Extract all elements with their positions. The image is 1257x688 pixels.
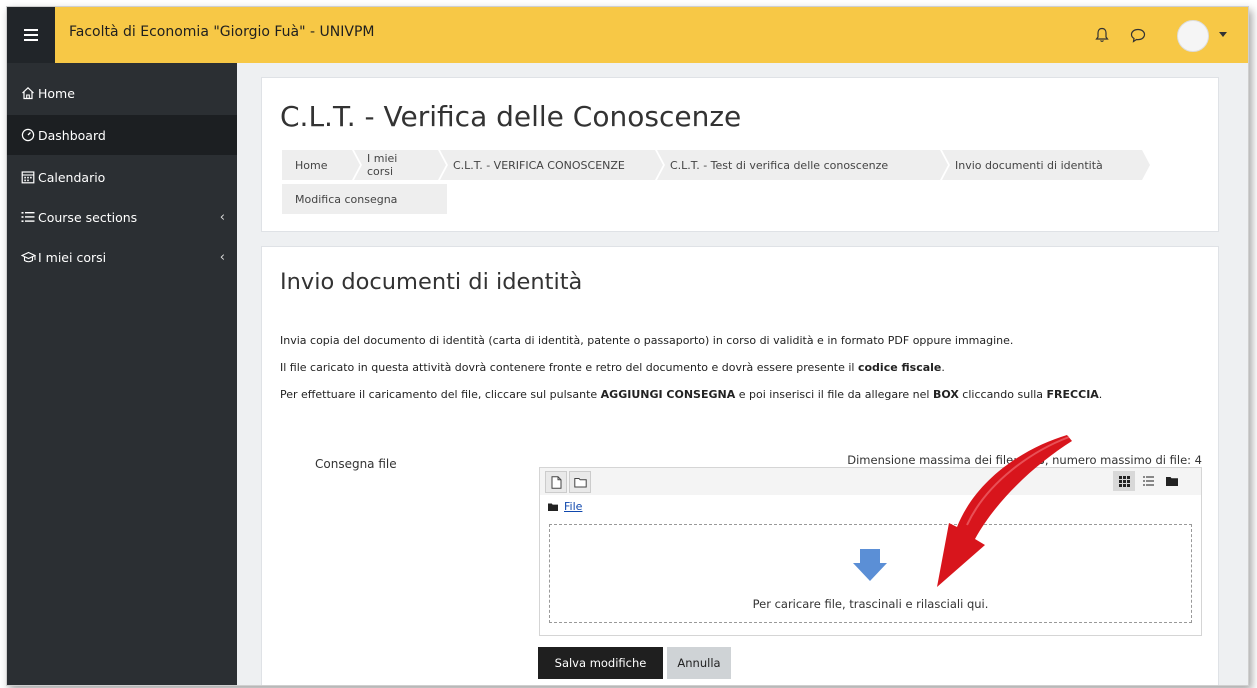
sidebar-item-home[interactable]: Home — [7, 73, 237, 113]
sidebar-item-calendario[interactable]: Calendario — [7, 157, 237, 197]
sidebar-item-course-sections[interactable]: Course sections ‹ — [7, 197, 237, 237]
create-folder-icon[interactable] — [569, 471, 591, 493]
browser-frame: Facoltà di Economia "Giorgio Fuà" - UNIV… — [6, 6, 1249, 686]
breadcrumb-item-course[interactable]: C.L.T. - VERIFICA CONOSCENZE — [440, 150, 665, 180]
folder-icon — [548, 503, 558, 511]
gauge-icon — [20, 127, 36, 143]
calendar-icon — [20, 169, 36, 185]
assignment-title: Invio documenti di identità — [280, 269, 583, 295]
chevron-left-icon[interactable]: ‹ — [220, 250, 225, 265]
bell-icon[interactable] — [1092, 25, 1112, 45]
home-icon — [20, 85, 36, 101]
save-button[interactable]: Salva modifiche — [538, 647, 663, 679]
sidebar-item-label: Home — [38, 85, 75, 101]
chevron-down-icon[interactable] — [1219, 32, 1227, 37]
add-file-icon[interactable] — [545, 471, 567, 493]
chevron-left-icon[interactable]: ‹ — [220, 210, 225, 225]
breadcrumb-item-home[interactable]: Home — [282, 150, 362, 180]
cancel-button[interactable]: Annulla — [667, 647, 731, 679]
breadcrumb-item-current: Modifica consegna — [282, 184, 447, 214]
list-view-icon[interactable] — [1137, 471, 1159, 491]
breadcrumb-item-section[interactable]: C.L.T. - Test di verifica delle conoscen… — [657, 150, 950, 180]
top-navbar: Facoltà di Economia "Giorgio Fuà" - UNIV… — [7, 7, 1248, 63]
dropzone-instructions: Per caricare file, trascinali e rilascia… — [752, 597, 989, 611]
breadcrumb-item-activity[interactable]: Invio documenti di identità — [942, 150, 1152, 180]
hamburger-icon[interactable] — [7, 7, 55, 63]
sidebar-item-label: Course sections — [38, 209, 138, 225]
graduation-cap-icon — [20, 249, 36, 265]
sidebar-item-label: I miei corsi — [38, 249, 107, 265]
sidebar-item-dashboard[interactable]: Dashboard — [7, 115, 237, 155]
field-label-consegna-file: Consegna file — [315, 457, 397, 471]
chat-icon[interactable] — [1128, 25, 1148, 45]
file-path-breadcrumb: File — [548, 500, 582, 513]
course-header-card: C.L.T. - Verifica delle Conoscenze Home … — [261, 77, 1219, 232]
description-para-2: Il file caricato in questa attività dovr… — [280, 361, 945, 374]
site-name[interactable]: Facoltà di Economia "Giorgio Fuà" - UNIV… — [69, 24, 374, 40]
sidebar-item-label: Calendario — [38, 169, 106, 185]
file-root-link[interactable]: File — [564, 500, 582, 513]
breadcrumb-item-i-miei-corsi[interactable]: I miei corsi — [354, 150, 448, 180]
description-para-1: Invia copia del documento di identità (c… — [280, 334, 1014, 347]
description-para-3: Per effettuare il caricamento del file, … — [280, 388, 1103, 401]
grid-view-icon[interactable] — [1113, 471, 1135, 491]
list-icon — [20, 209, 36, 225]
annotation-arrow-icon — [937, 435, 1072, 587]
avatar[interactable] — [1177, 20, 1209, 52]
sidebar-item-label: Dashboard — [38, 127, 106, 143]
sidebar-item-i-miei-corsi[interactable]: I miei corsi ‹ — [7, 237, 237, 277]
sidebar: Home Dashboard Calendario Course section… — [7, 63, 237, 685]
page-title: C.L.T. - Verifica delle Conoscenze — [280, 100, 742, 133]
folder-tree-view-icon[interactable] — [1161, 471, 1183, 491]
